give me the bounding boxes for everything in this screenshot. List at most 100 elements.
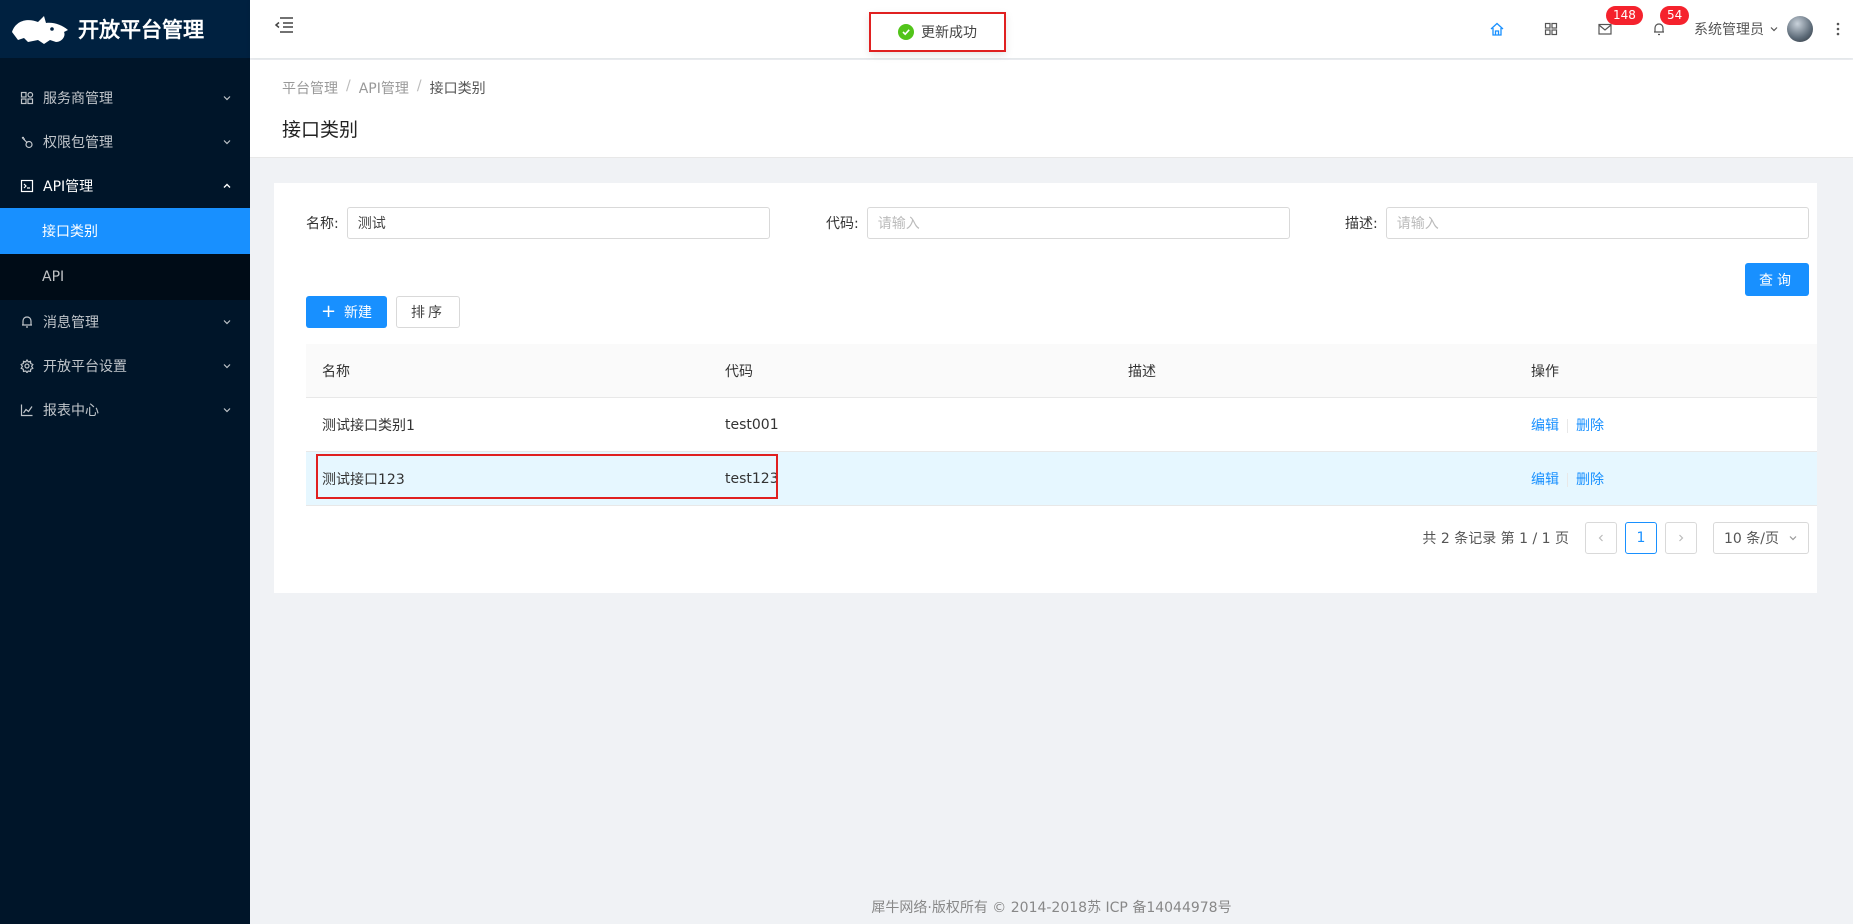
home-icon: [1490, 22, 1504, 36]
more-button[interactable]: [1823, 0, 1853, 58]
page-size-value: 10 条/页: [1724, 531, 1779, 547]
logo[interactable]: 开放平台管理: [0, 0, 250, 58]
footer-copyright: 犀牛网络·版权所有 © 2014-2018苏 ICP 备14044978号: [871, 900, 1232, 916]
api-submenu: 接口类别 API: [0, 208, 250, 300]
user-name: 系统管理员: [1694, 22, 1764, 38]
chart-icon: [20, 403, 34, 417]
delete-link[interactable]: 删除: [1576, 418, 1604, 434]
chevron-down-icon: [223, 320, 231, 325]
check-circle-icon: [898, 24, 914, 40]
col-name: 名称: [322, 363, 350, 380]
next-page-button[interactable]: [1665, 522, 1697, 554]
notification-button[interactable]: 54: [1632, 0, 1690, 58]
table-row[interactable]: 测试接口123 test123 编辑 删除: [306, 452, 1817, 506]
menu-api-management[interactable]: API管理: [0, 164, 250, 208]
category-table: 名称 代码 描述 操作 测试接口类别1 test001 编辑 删除 测试接口123…: [306, 344, 1817, 506]
cell-actions: 编辑 删除: [1515, 415, 1817, 435]
apps-button[interactable]: [1524, 0, 1578, 58]
bell-icon: [20, 315, 34, 329]
name-label: 名称:: [306, 216, 339, 232]
sort-button[interactable]: 排序: [396, 296, 460, 328]
code-input[interactable]: 请输入: [866, 207, 1290, 239]
prev-page-button[interactable]: [1585, 522, 1617, 554]
chevron-left-icon: [1598, 534, 1603, 542]
cell-code: test123: [725, 470, 779, 487]
edit-link[interactable]: 编辑: [1531, 472, 1559, 488]
gear-icon: [20, 359, 34, 373]
desc-filter: 描述: 请输入: [1345, 207, 1809, 239]
code-filter: 代码: 请输入: [826, 207, 1290, 239]
cell-code: test001: [725, 416, 779, 433]
header-actions: 148 54 系统管理员: [1470, 0, 1853, 58]
submenu-interface-category[interactable]: 接口类别: [0, 208, 250, 254]
app-title: 开放平台管理: [78, 18, 204, 42]
edit-link[interactable]: 编辑: [1531, 418, 1559, 434]
new-button[interactable]: + 新建: [306, 296, 387, 328]
submenu-api[interactable]: API: [0, 254, 250, 300]
menu-label: 服务商管理: [43, 91, 113, 107]
cell-actions: 编辑 删除: [1515, 469, 1817, 489]
breadcrumb: 平台管理 / API管理 / 接口类别: [282, 78, 486, 98]
pagination-summary: 共 2 条记录 第 1 / 1 页: [1422, 531, 1569, 547]
page-header: 平台管理 / API管理 / 接口类别 接口类别: [250, 60, 1853, 158]
user-menu[interactable]: 系统管理员: [1686, 0, 1823, 58]
chevron-down-icon: [223, 364, 231, 369]
menu-platform-settings[interactable]: 开放平台设置: [0, 344, 250, 388]
success-toast: 更新成功: [869, 12, 1006, 52]
delete-link[interactable]: 删除: [1576, 472, 1604, 488]
content-card: 名称: 测试 代码: 请输入 描述: 请输入 查询 + 新建 排序 名称 代码 …: [274, 183, 1817, 593]
pagination: 共 2 条记录 第 1 / 1 页 1 10 条/页: [1422, 522, 1809, 554]
desc-input[interactable]: 请输入: [1385, 207, 1809, 239]
menu-label: 权限包管理: [43, 135, 113, 151]
menu-service-provider[interactable]: 服务商管理: [0, 76, 250, 120]
new-button-label: 新建: [344, 305, 373, 321]
chevron-down-icon: [1789, 536, 1797, 541]
cell-name: 测试接口类别1: [322, 417, 415, 434]
menu-label: 报表中心: [43, 403, 99, 419]
more-vertical-icon: [1836, 22, 1840, 36]
cell-name: 测试接口123: [322, 471, 405, 488]
top-header: 148 54 系统管理员: [250, 0, 1853, 58]
key-icon: [20, 135, 34, 149]
col-desc: 描述: [1128, 363, 1156, 380]
grid-icon: [1544, 22, 1558, 36]
chevron-down-icon: [223, 140, 231, 145]
toast-message: 更新成功: [921, 25, 977, 41]
chevron-down-icon: [223, 408, 231, 413]
plus-icon: +: [320, 301, 337, 322]
team-icon: [20, 91, 34, 105]
chevron-right-icon: [1679, 534, 1684, 542]
code-label: 代码:: [826, 216, 859, 232]
table-row[interactable]: 测试接口类别1 test001 编辑 删除: [306, 398, 1817, 452]
home-button[interactable]: [1470, 0, 1524, 58]
menu-label: 开放平台设置: [43, 359, 127, 375]
col-actions: 操作: [1531, 363, 1559, 380]
api-icon: [20, 179, 34, 193]
menu-message-management[interactable]: 消息管理: [0, 300, 250, 344]
breadcrumb-api[interactable]: API管理: [359, 78, 409, 98]
page-size-select[interactable]: 10 条/页: [1713, 522, 1809, 554]
side-menu: 服务商管理 权限包管理 API管理 接口类别 API 消息管理 开放平台设置 报…: [0, 58, 250, 432]
search-form: 名称: 测试 代码: 请输入 描述: 请输入: [306, 207, 1817, 241]
table-header: 名称 代码 描述 操作: [306, 344, 1817, 398]
chevron-up-icon: [223, 183, 231, 188]
chevron-down-icon: [1770, 27, 1778, 32]
breadcrumb-platform[interactable]: 平台管理: [282, 78, 338, 98]
page-1-button[interactable]: 1: [1625, 522, 1657, 554]
name-input[interactable]: 测试: [346, 207, 770, 239]
menu-label: API管理: [43, 179, 94, 195]
menu-permission-package[interactable]: 权限包管理: [0, 120, 250, 164]
chevron-down-icon: [223, 96, 231, 101]
page-title: 接口类别: [282, 119, 359, 141]
query-button[interactable]: 查询: [1745, 263, 1809, 296]
menu-label: 消息管理: [43, 315, 99, 331]
menu-report-center[interactable]: 报表中心: [0, 388, 250, 432]
avatar[interactable]: [1787, 16, 1813, 42]
name-filter: 名称: 测试: [306, 207, 770, 239]
mail-button[interactable]: 148: [1578, 0, 1643, 58]
rhino-logo-icon: [12, 16, 68, 44]
sidebar: 开放平台管理 服务商管理 权限包管理 API管理 接口类别 API 消息管理 开…: [0, 0, 250, 924]
notification-count-badge: 54: [1660, 6, 1690, 25]
breadcrumb-current: 接口类别: [429, 81, 486, 97]
menu-fold-icon[interactable]: [274, 16, 294, 34]
